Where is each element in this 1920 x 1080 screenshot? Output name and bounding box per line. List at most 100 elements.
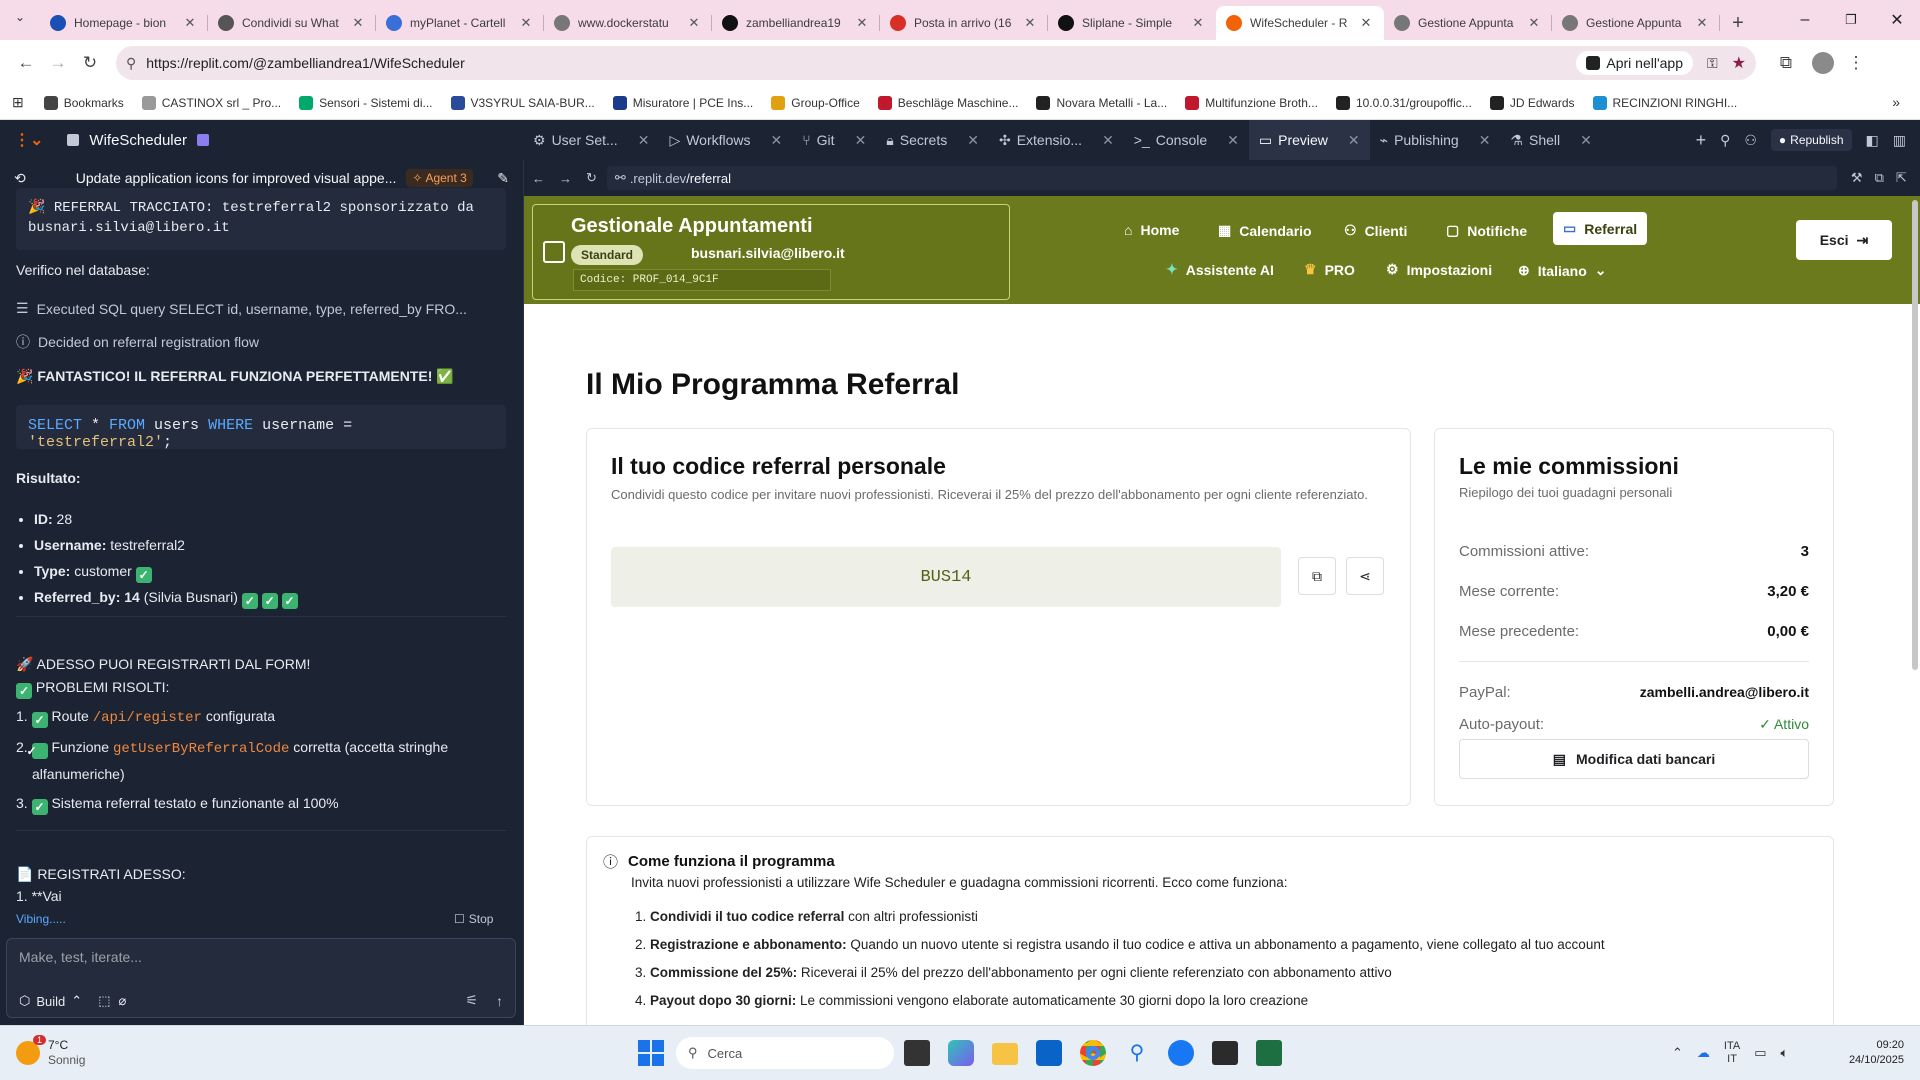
add-tab-icon[interactable]: +: [1696, 130, 1707, 151]
nav-notifiche[interactable]: ▢ Notifiche: [1446, 222, 1527, 239]
bookmark-item[interactable]: 10.0.0.31/groupoffic...: [1335, 95, 1472, 110]
close-tab-icon[interactable]: ✕: [1102, 132, 1114, 149]
bookmark-item[interactable]: Sensori - Sistemi di...: [299, 95, 433, 110]
chat-input-box[interactable]: Make, test, iterate... ⬡ Build ⌃ ⬚ ⌀ ⚟ ↑: [6, 938, 516, 1018]
browser-tab[interactable]: WifeScheduler - R ✕: [1216, 6, 1384, 40]
search-icon[interactable]: ⚲: [1720, 132, 1730, 149]
browser-tab[interactable]: myPlanet - Cartell ✕: [376, 6, 544, 40]
close-tab-icon[interactable]: ✕: [1694, 15, 1710, 31]
nav-impostazioni[interactable]: ⚙ Impostazioni: [1386, 261, 1492, 278]
select-element-icon[interactable]: ⬚: [98, 993, 110, 1009]
profile-avatar[interactable]: [1812, 52, 1834, 74]
copilot-icon[interactable]: [948, 1040, 974, 1066]
close-tab-icon[interactable]: ✕: [1022, 15, 1038, 31]
bookmark-item[interactable]: V3SYRUL SAIA-BUR...: [450, 95, 595, 110]
republish-button[interactable]: ● Republish: [1770, 129, 1852, 151]
clock[interactable]: 09:20 24/10/2025: [1849, 1038, 1904, 1068]
nav-home[interactable]: ⌂ Home: [1124, 222, 1179, 238]
workspace-tab[interactable]: ▭ Preview ✕: [1248, 120, 1370, 160]
site-info-icon[interactable]: ⚲: [126, 55, 136, 72]
workspace-tab[interactable]: ⚗ Shell ✕: [1500, 120, 1601, 160]
stop-button[interactable]: ☐ Stop: [454, 912, 493, 926]
excel-icon[interactable]: [1256, 1040, 1282, 1066]
send-arrow-icon[interactable]: ↑: [496, 993, 503, 1009]
bookmark-item[interactable]: Bookmarks: [43, 95, 124, 110]
replit-logo-icon[interactable]: ⋮⌄: [14, 130, 43, 150]
reload-button[interactable]: ↻: [74, 47, 106, 79]
tab-search-icon[interactable]: ⌄: [10, 10, 30, 30]
back-button[interactable]: ←: [10, 47, 42, 79]
minimize-window-button[interactable]: –: [1782, 11, 1828, 29]
bookmark-item[interactable]: Misuratore | PCE Ins...: [612, 95, 753, 110]
language-select[interactable]: ⊕ Italiano ⌄: [1518, 262, 1606, 279]
layout-toggle-icon[interactable]: ◧: [1866, 132, 1879, 149]
file-explorer-icon[interactable]: [992, 1043, 1018, 1065]
onedrive-icon[interactable]: ☁: [1697, 1045, 1710, 1061]
browser-tab[interactable]: Gestione Appunta ✕: [1384, 6, 1552, 40]
close-tab-icon[interactable]: ✕: [350, 15, 366, 31]
logout-button[interactable]: Esci ⇥: [1796, 220, 1892, 260]
preview-scrollbar[interactable]: [1912, 200, 1918, 670]
bookmark-item[interactable]: Multifunzione Broth...: [1185, 95, 1318, 110]
browser-tab[interactable]: Posta in arrivo (16 ✕: [880, 6, 1048, 40]
invite-icon[interactable]: ⚇: [1744, 132, 1757, 149]
more-bookmarks-icon[interactable]: »: [1892, 94, 1900, 110]
close-tab-icon[interactable]: ✕: [182, 15, 198, 31]
preview-forward-icon[interactable]: →: [559, 171, 572, 186]
close-tab-icon[interactable]: ✕: [638, 132, 650, 149]
chrome-icon[interactable]: [1080, 1040, 1106, 1066]
decision-step[interactable]: ⓘ Decided on referral registration flow: [16, 332, 259, 352]
facebook-icon[interactable]: [1168, 1040, 1194, 1066]
close-tab-icon[interactable]: ✕: [1358, 15, 1374, 31]
share-code-button[interactable]: ⋖: [1346, 557, 1384, 595]
browser-tab[interactable]: Gestione Appunta ✕: [1552, 6, 1720, 40]
new-tab-button[interactable]: +: [1720, 6, 1756, 40]
bookmark-item[interactable]: Beschläge Maschine...: [877, 95, 1018, 110]
bookmark-item[interactable]: CASTINOX srl _ Pro...: [141, 95, 281, 110]
extensions-icon[interactable]: ⧉: [1770, 47, 1802, 79]
browser-tab[interactable]: Sliplane - Simple ✕: [1048, 6, 1216, 40]
browser-tab[interactable]: Homepage - bion ✕: [40, 6, 208, 40]
nav-pro[interactable]: ♛ PRO: [1304, 261, 1355, 278]
close-tab-icon[interactable]: ✕: [1227, 132, 1239, 149]
build-mode-button[interactable]: ⬡ Build ⌃: [19, 993, 82, 1009]
settings-sliders-icon[interactable]: ⚟: [465, 992, 478, 1009]
close-tab-icon[interactable]: ✕: [1526, 15, 1542, 31]
forward-button[interactable]: →: [42, 47, 74, 79]
close-tab-icon[interactable]: ✕: [854, 15, 870, 31]
preview-reload-icon[interactable]: ↻: [586, 170, 597, 186]
input-language[interactable]: ITA IT: [1724, 1040, 1740, 1066]
browser-tab[interactable]: zambelliandrea19 ✕: [712, 6, 880, 40]
workspace-tab[interactable]: ⑂ Git ✕: [792, 120, 876, 160]
workspace-tab[interactable]: ✣ Extensio... ✕: [989, 120, 1124, 160]
preview-back-icon[interactable]: ←: [532, 171, 545, 186]
close-tab-icon[interactable]: ✕: [771, 132, 783, 149]
restore-window-button[interactable]: ❐: [1828, 12, 1874, 28]
sidebar-toggle-icon[interactable]: ▥: [1893, 132, 1906, 149]
close-tab-icon[interactable]: ✕: [1479, 132, 1491, 149]
attach-icon[interactable]: ⌀: [118, 993, 126, 1009]
close-tab-icon[interactable]: ✕: [1190, 15, 1206, 31]
copy-code-button[interactable]: ⧉: [1298, 557, 1336, 595]
new-window-icon[interactable]: ⧉: [1875, 170, 1884, 186]
sql-step[interactable]: ☰ Executed SQL query SELECT id, username,…: [16, 300, 506, 317]
project-name[interactable]: WifeScheduler: [89, 132, 187, 149]
password-key-icon[interactable]: ⚿: [1707, 55, 1718, 72]
apps-grid-icon[interactable]: ⊞: [12, 94, 24, 111]
task-view-icon[interactable]: [904, 1040, 930, 1066]
referral-code-value[interactable]: BUS14: [611, 547, 1281, 607]
address-bar[interactable]: ⚲ https://replit.com/@zambelliandrea1/Wi…: [116, 46, 1756, 80]
workspace-tab[interactable]: 🔒︎ Secrets ✕: [876, 120, 989, 160]
workspace-tab[interactable]: ⌁ Publishing ✕: [1370, 120, 1501, 160]
browser-tab[interactable]: www.dockerstatu ✕: [544, 6, 712, 40]
search-app-icon[interactable]: ⚲: [1124, 1040, 1150, 1066]
bookmark-item[interactable]: Novara Metalli - La...: [1036, 95, 1167, 110]
windows-start-icon[interactable]: [638, 1040, 664, 1066]
workspace-tab[interactable]: ⚙ User Set... ✕: [523, 120, 659, 160]
new-chat-icon[interactable]: ✎: [497, 170, 509, 187]
weather-widget[interactable]: 1 7°C Sonnig: [16, 1035, 85, 1068]
workspace-tab[interactable]: ▷ Workflows ✕: [659, 120, 792, 160]
preview-url-bar[interactable]: ⚯ .replit.dev/referral: [606, 166, 1837, 190]
browser-tab[interactable]: Condividi su What ✕: [208, 6, 376, 40]
close-window-button[interactable]: ✕: [1874, 10, 1920, 30]
